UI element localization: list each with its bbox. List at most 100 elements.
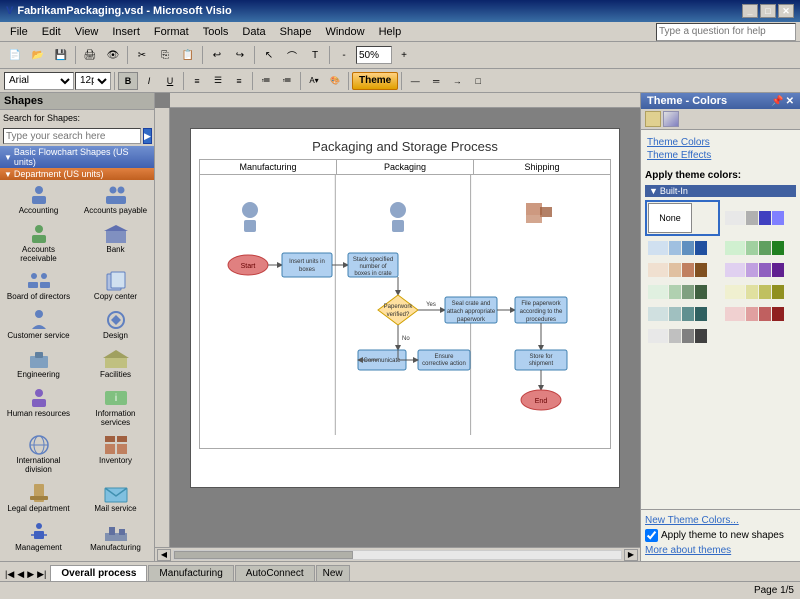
tab-autoconnect[interactable]: AutoConnect	[235, 565, 315, 581]
align-right-button[interactable]: ≡	[229, 72, 249, 90]
menu-format[interactable]: Format	[148, 24, 195, 40]
text-tool[interactable]: T	[304, 45, 326, 65]
numbered-button[interactable]: ≔	[277, 72, 297, 90]
shape-item-engineering[interactable]: Engineering	[0, 344, 77, 383]
department-section[interactable]: ▼ Department (US units)	[0, 168, 154, 180]
open-button[interactable]: 📂	[27, 45, 49, 65]
help-search-input[interactable]	[656, 23, 796, 41]
theme-pin-button[interactable]: 📌	[771, 96, 783, 107]
pointer-tool[interactable]: ↖	[258, 45, 280, 65]
connector-tool[interactable]: ⌒	[281, 45, 303, 65]
align-center-button[interactable]: ☰	[208, 72, 228, 90]
new-theme-colors-link[interactable]: New Theme Colors...	[645, 514, 796, 527]
font-size-select[interactable]: 12pt.	[75, 72, 111, 90]
close-button[interactable]: ✕	[778, 4, 794, 18]
paste-button[interactable]: 📋	[177, 45, 199, 65]
font-color-button[interactable]: A▾	[304, 72, 324, 90]
tab-nav-prev[interactable]: ◀	[16, 568, 25, 581]
theme-effects-link[interactable]: Theme Effects	[647, 149, 794, 162]
shape-item-customer-service[interactable]: Customer service	[0, 305, 77, 344]
font-name-select[interactable]: Arial	[4, 72, 74, 90]
shape-item-human-resources[interactable]: Human resources	[0, 383, 77, 431]
shape-item-accounts-payable[interactable]: Accounts payable	[77, 180, 154, 219]
underline-button[interactable]: U	[160, 72, 180, 90]
zoom-input[interactable]	[356, 46, 392, 64]
shape-item-motorpool[interactable]: Motorpool	[77, 556, 154, 561]
new-button[interactable]: 📄	[4, 45, 26, 65]
italic-button[interactable]: I	[139, 72, 159, 90]
basic-flowchart-section[interactable]: ▼ Basic Flowchart Shapes (US units)	[0, 146, 154, 168]
shapes-search-go[interactable]: ▶	[143, 128, 152, 144]
save-button[interactable]: 💾	[50, 45, 72, 65]
theme-button[interactable]: Theme	[352, 72, 398, 90]
swatch-none[interactable]: None	[645, 200, 720, 236]
line-weight-button[interactable]: ═	[426, 72, 446, 90]
redo-button[interactable]: ↪	[229, 45, 251, 65]
shapes-search-input[interactable]	[3, 128, 141, 144]
scroll-thumb[interactable]	[174, 551, 353, 559]
line-style-button[interactable]: —	[405, 72, 425, 90]
copy-button[interactable]: ⎘	[154, 45, 176, 65]
horizontal-scrollbar[interactable]: ◀ ▶	[155, 547, 640, 561]
shape-item-management[interactable]: Management	[0, 517, 77, 556]
apply-theme-checkbox[interactable]	[645, 529, 658, 542]
cut-button[interactable]: ✂	[131, 45, 153, 65]
swatch-2[interactable]	[645, 238, 720, 258]
tab-overall-process[interactable]: Overall process	[50, 565, 147, 581]
undo-button[interactable]: ↩	[206, 45, 228, 65]
menu-data[interactable]: Data	[236, 24, 271, 40]
swatch-5[interactable]	[722, 260, 797, 280]
bold-button[interactable]: B	[118, 72, 138, 90]
print-button[interactable]: 🖨	[79, 45, 101, 65]
shape-item-bank[interactable]: Bank	[77, 219, 154, 267]
tab-new[interactable]: New	[316, 565, 350, 581]
scroll-track[interactable]	[173, 550, 622, 560]
menu-help[interactable]: Help	[373, 24, 408, 40]
shape-item-board[interactable]: Board of directors	[0, 266, 77, 305]
swatch-8[interactable]	[645, 304, 720, 324]
scroll-left-button[interactable]: ◀	[157, 549, 171, 561]
menu-insert[interactable]: Insert	[106, 24, 146, 40]
preview-button[interactable]: 👁	[102, 45, 124, 65]
scroll-right-button[interactable]: ▶	[624, 549, 638, 561]
fill-color-button[interactable]: 🎨	[325, 72, 345, 90]
theme-color-icon[interactable]	[645, 111, 661, 127]
shape-item-facilities[interactable]: Facilities	[77, 344, 154, 383]
zoom-out-button[interactable]: -	[333, 45, 355, 65]
shape-item-accounting[interactable]: Accounting	[0, 180, 77, 219]
shape-item-copy-center[interactable]: Copy center	[77, 266, 154, 305]
bullets-button[interactable]: ≔	[256, 72, 276, 90]
menu-edit[interactable]: Edit	[36, 24, 67, 40]
canvas-scroll[interactable]: Packaging and Storage Process Manufactur…	[170, 108, 640, 547]
align-left-button[interactable]: ≡	[187, 72, 207, 90]
tab-nav-last[interactable]: ▶|	[36, 568, 47, 581]
shape-item-international[interactable]: International division	[0, 430, 77, 478]
zoom-in-button[interactable]: +	[393, 45, 415, 65]
menu-window[interactable]: Window	[319, 24, 370, 40]
theme-colors-link[interactable]: Theme Colors	[647, 136, 794, 149]
shape-item-legal[interactable]: Legal department	[0, 478, 77, 517]
shape-item-accounts-receivable[interactable]: Accounts receivable	[0, 219, 77, 267]
minimize-button[interactable]: _	[742, 4, 758, 18]
swatch-4[interactable]	[645, 260, 720, 280]
shape-item-information-services[interactable]: i Information services	[77, 383, 154, 431]
tab-nav-next[interactable]: ▶	[26, 568, 35, 581]
swatch-7[interactable]	[722, 282, 797, 302]
shape-item-manufacturing[interactable]: Manufacturing	[77, 517, 154, 556]
line-end-button[interactable]: →	[447, 72, 467, 90]
menu-file[interactable]: File	[4, 24, 34, 40]
menu-view[interactable]: View	[69, 24, 105, 40]
swatch-10[interactable]	[645, 326, 720, 346]
menu-shape[interactable]: Shape	[274, 24, 318, 40]
swatch-1[interactable]	[722, 200, 797, 236]
more-themes-link[interactable]: More about themes	[645, 544, 796, 557]
shape-item-mail[interactable]: Mail service	[77, 478, 154, 517]
shadow-button[interactable]: □	[468, 72, 488, 90]
tab-manufacturing[interactable]: Manufacturing	[148, 565, 233, 581]
shape-item-inventory[interactable]: Inventory	[77, 430, 154, 478]
theme-close-button[interactable]: ✕	[786, 96, 794, 107]
shape-item-design[interactable]: Design	[77, 305, 154, 344]
maximize-button[interactable]: □	[760, 4, 776, 18]
theme-effect-icon[interactable]	[663, 111, 679, 127]
swatch-3[interactable]	[722, 238, 797, 258]
